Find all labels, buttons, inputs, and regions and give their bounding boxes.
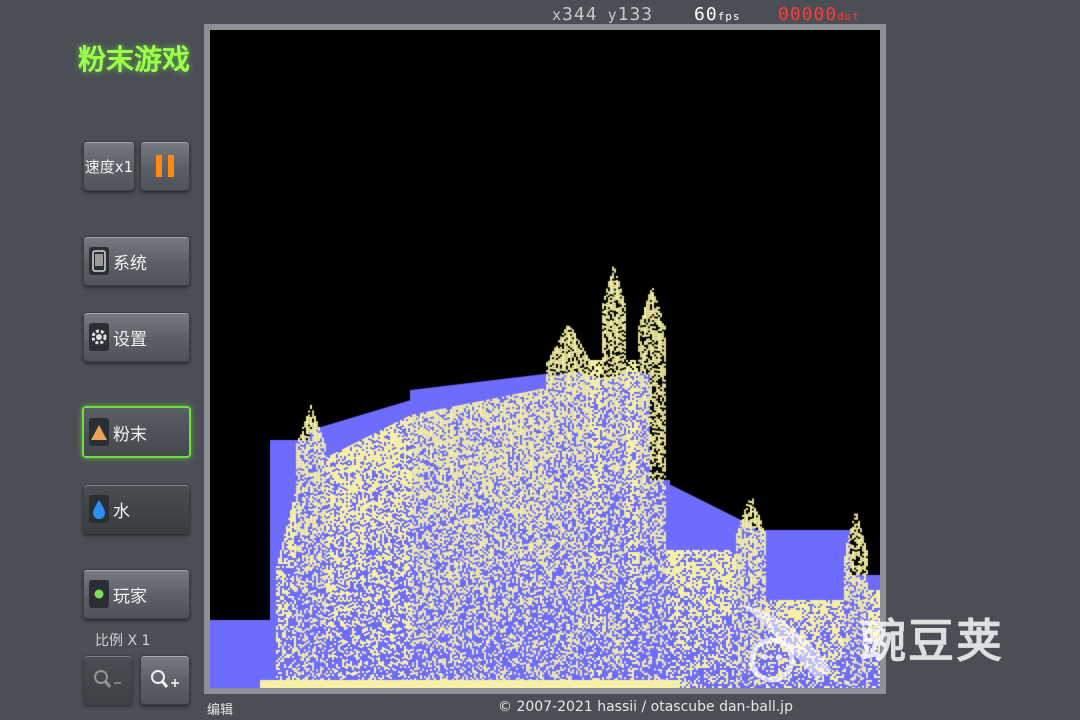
player-button[interactable]: 玩家 — [83, 569, 190, 619]
copyright-text: © 2007-2021 hassii / otascube dan-ball.j… — [498, 699, 793, 715]
system-button[interactable]: 系统 — [83, 236, 190, 286]
player-dot-icon — [89, 580, 109, 608]
pause-button[interactable] — [140, 141, 190, 191]
settings-button[interactable]: 设置 — [83, 312, 190, 362]
water-button[interactable]: 水 — [83, 484, 190, 534]
dot-counter: 00000dot — [778, 4, 861, 25]
zoom-in-icon — [151, 670, 179, 688]
speed-button[interactable]: 速度x1 — [83, 141, 135, 191]
zoom-in-button[interactable] — [140, 655, 190, 705]
system-label: 系统 — [113, 253, 147, 274]
pause-icon — [156, 155, 174, 177]
scale-label: 比例 X 1 — [95, 633, 151, 649]
phone-icon — [89, 247, 109, 275]
gear-icon — [89, 323, 109, 351]
zoom-out-icon — [94, 670, 121, 688]
app-title: 粉末游戏 — [78, 43, 191, 76]
cursor-y: 133 — [617, 4, 654, 25]
water-drop-icon — [89, 495, 109, 523]
edit-label[interactable]: 编辑 — [207, 699, 233, 718]
watermark-text: 豌豆荚 — [860, 614, 1004, 668]
powder-button[interactable]: 粉末 — [82, 406, 191, 458]
pea-pod-logo-icon — [742, 605, 832, 683]
water-label: 水 — [113, 501, 130, 522]
player-label: 玩家 — [113, 586, 147, 607]
zoom-out-button[interactable] — [83, 655, 133, 705]
speed-label: 速度x1 — [84, 157, 134, 176]
cursor-x: 344 — [562, 4, 598, 25]
cursor-coordinates: x344 y133 — [552, 4, 654, 25]
fps-counter: 60fps — [694, 4, 741, 25]
powder-label: 粉末 — [113, 424, 147, 445]
settings-label: 设置 — [113, 329, 147, 350]
powder-pile-icon — [89, 418, 109, 446]
